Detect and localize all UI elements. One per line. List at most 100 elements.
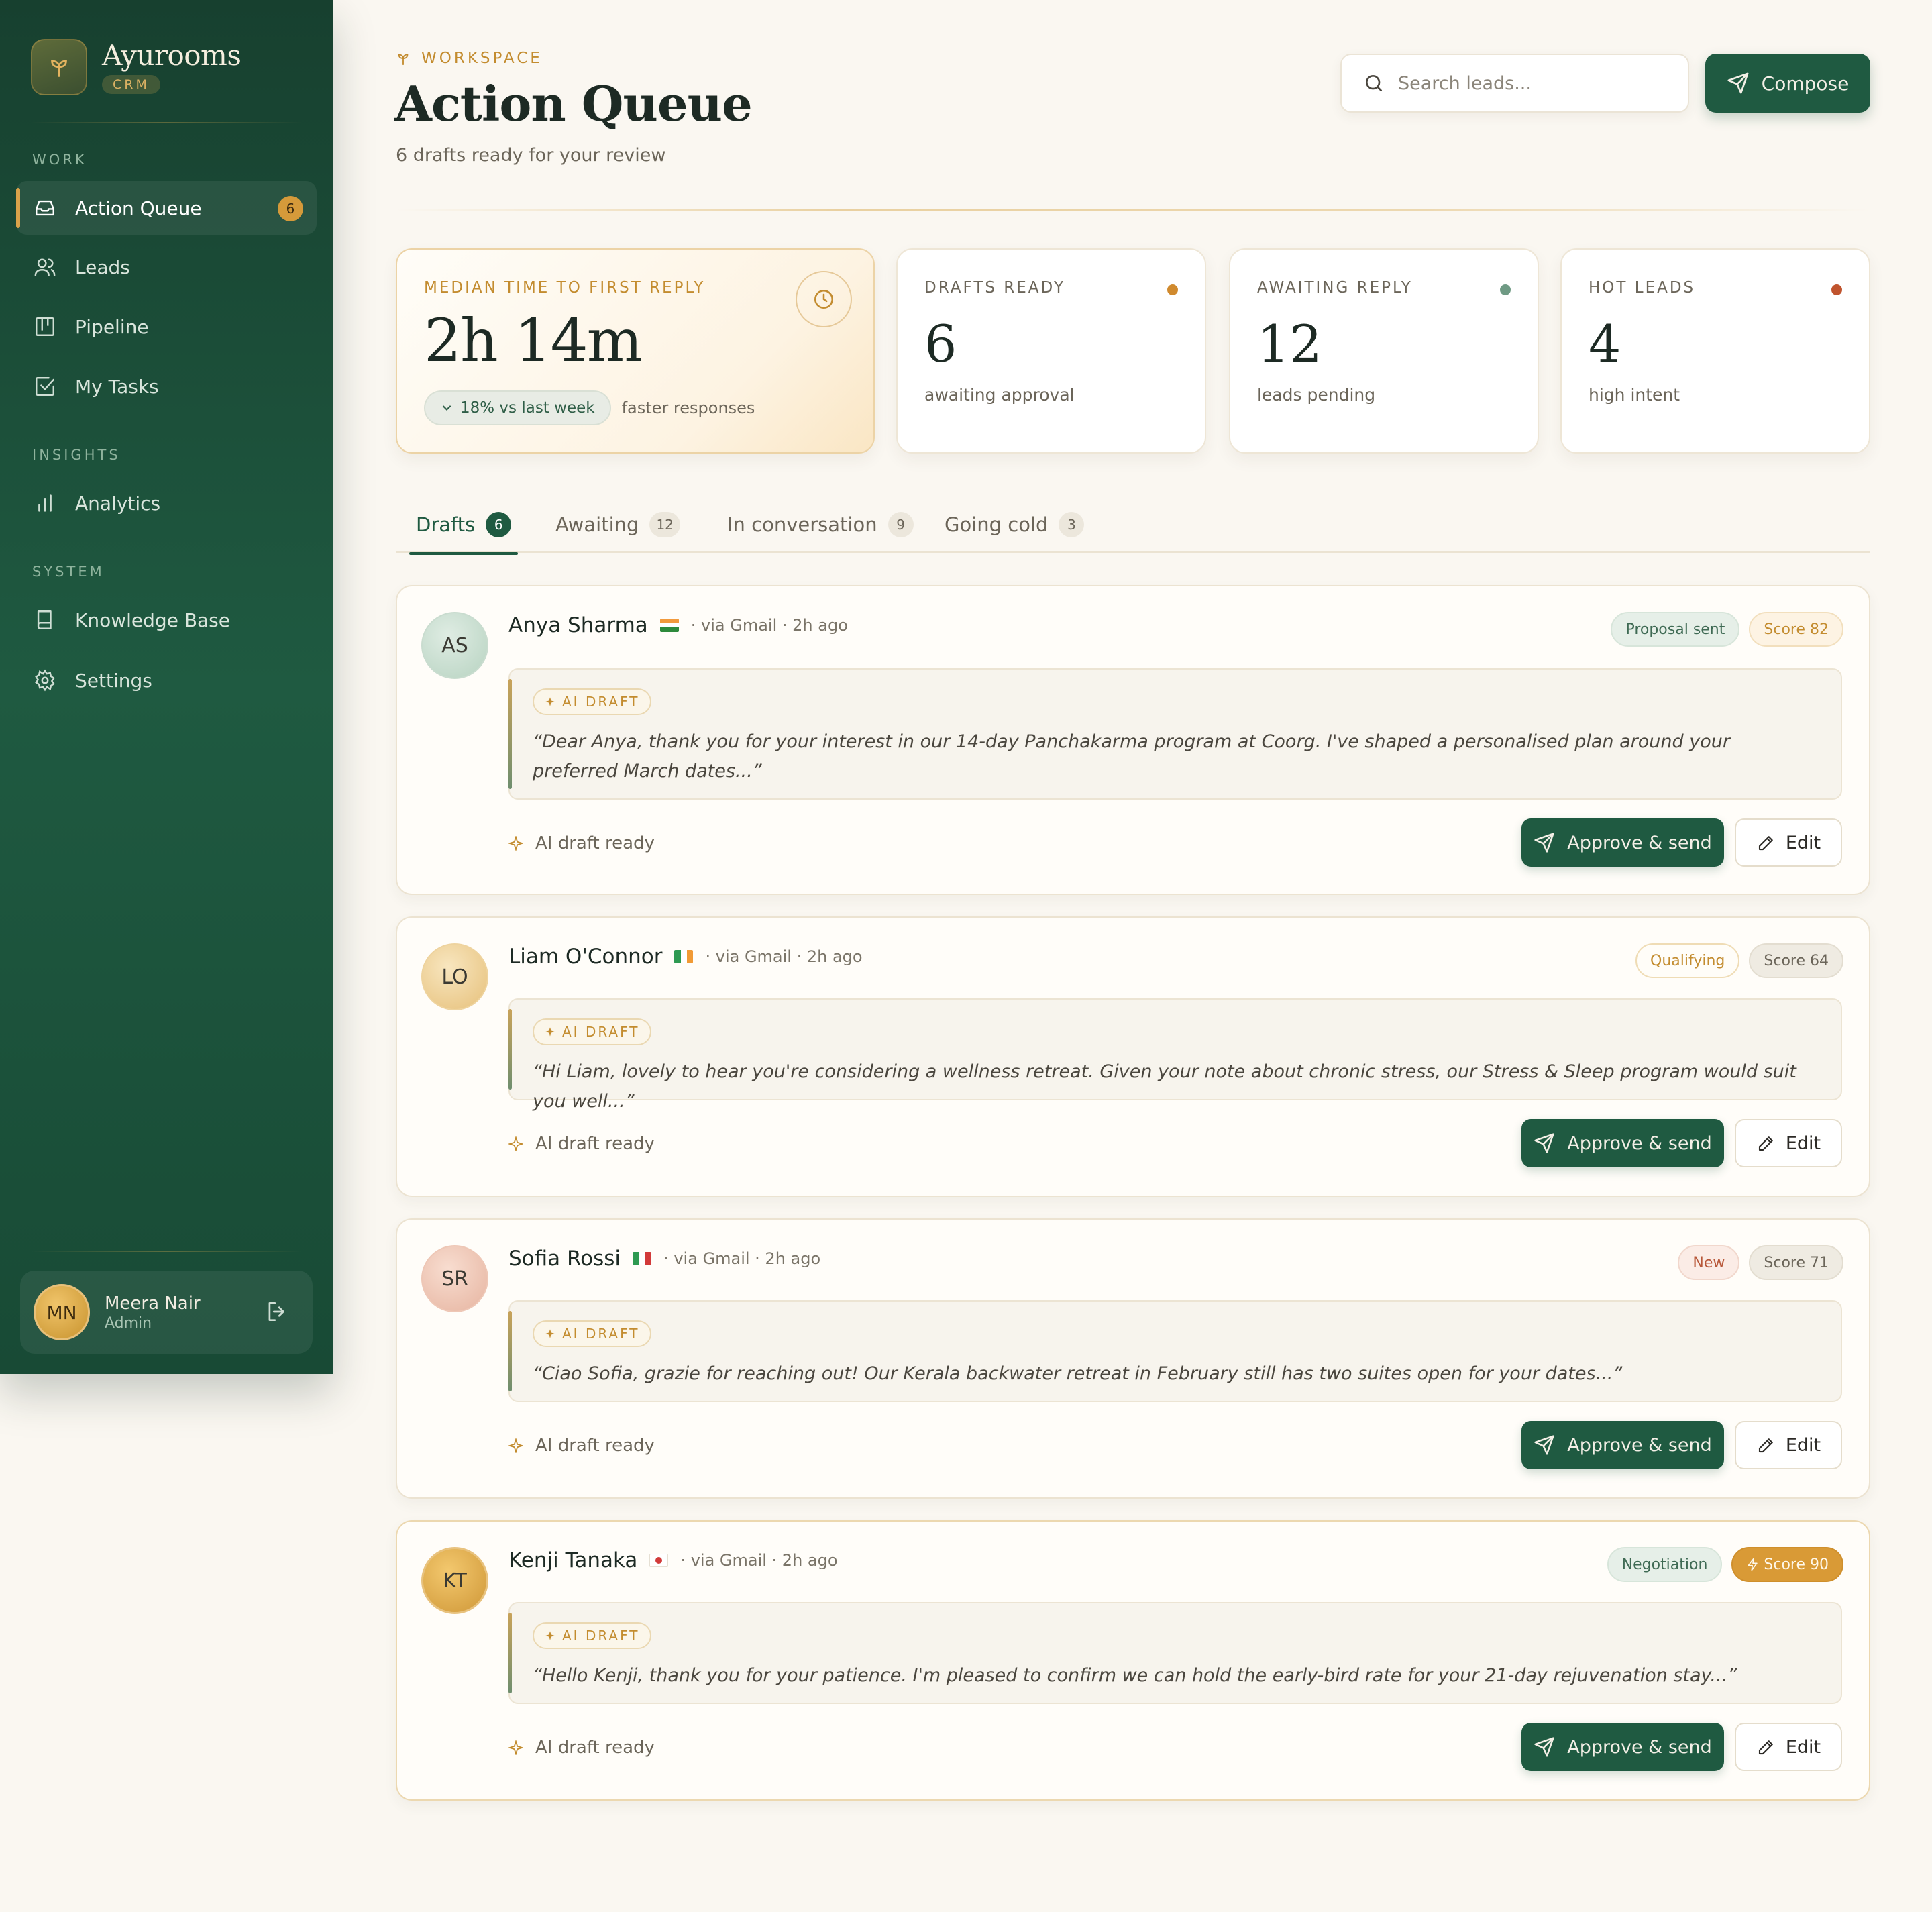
status-dot (1167, 284, 1178, 295)
sidebar-item-knowledge-base[interactable]: Knowledge Base (16, 593, 317, 647)
ai-draft-badge: AI DRAFT (533, 1622, 652, 1649)
lead-name[interactable]: Sofia Rossi (508, 1246, 621, 1271)
tab-drafts[interactable]: Drafts 6 (409, 496, 519, 555)
ai-draft-badge: AI DRAFT (533, 1320, 652, 1347)
status-dot (1500, 284, 1511, 295)
sprout-icon (31, 39, 87, 95)
chevron-down-icon (442, 405, 451, 411)
stage-badge: New (1678, 1245, 1740, 1280)
stat-hot-leads: HOT LEADS 4 high intent (1560, 248, 1870, 454)
sidebar-item-action-queue[interactable]: Action Queue 6 (16, 181, 317, 235)
stat-value: 2h 14m (424, 306, 643, 375)
lead-name[interactable]: Anya Sharma (508, 613, 648, 637)
flag-ireland-icon (674, 950, 694, 963)
ai-draft-label: AI DRAFT (562, 1326, 640, 1342)
ai-draft-badge: AI DRAFT (533, 1018, 652, 1045)
gear-icon (32, 668, 58, 693)
draft-status: AI draft ready (508, 1436, 655, 1456)
stat-label: AWAITING REPLY (1257, 279, 1413, 297)
draft-status-text: AI draft ready (535, 1738, 655, 1758)
avatar: LO (421, 943, 488, 1010)
section-work: WORK (32, 152, 87, 168)
send-icon (1727, 72, 1749, 94)
send-icon (1534, 1435, 1554, 1455)
sparkle-icon (545, 1329, 555, 1338)
sparkle-icon (508, 836, 523, 851)
draft-text: “Ciao Sofia, grazie for reaching out! Ou… (533, 1363, 1623, 1384)
flag-italy-icon (633, 1252, 652, 1265)
edit-button[interactable]: Edit (1735, 1119, 1842, 1167)
stat-label: MEDIAN TIME TO FIRST REPLY (424, 279, 706, 297)
draft-status: AI draft ready (508, 833, 655, 853)
lead-card[interactable]: LO Liam O'Connor · via Gmail · 2h ago Qu… (396, 916, 1870, 1197)
edit-button[interactable]: Edit (1735, 1421, 1842, 1469)
search-input[interactable]: Search leads... (1340, 54, 1689, 113)
sidebar-item-label: My Tasks (75, 375, 159, 398)
sidebar-item-settings[interactable]: Settings (16, 653, 317, 707)
draft-status-text: AI draft ready (535, 833, 655, 853)
draft-text: “Dear Anya, thank you for your interest … (533, 731, 1730, 782)
logout-icon[interactable] (264, 1299, 290, 1327)
avatar: SR (421, 1245, 488, 1312)
user-card[interactable]: MN Meera Nair Admin (20, 1271, 313, 1354)
score-badge: Score 64 (1749, 943, 1843, 978)
lead-name[interactable]: Kenji Tanaka (508, 1548, 637, 1573)
lead-card[interactable]: AS Anya Sharma · via Gmail · 2h ago Prop… (396, 585, 1870, 895)
approve-label: Approve & send (1567, 1736, 1712, 1758)
tab-awaiting[interactable]: Awaiting 12 (555, 496, 680, 553)
trend-note: faster responses (621, 399, 755, 417)
flag-japan-icon (649, 1554, 669, 1567)
draft-preview[interactable]: AI DRAFT “Hello Kenji, thank you for you… (508, 1602, 1842, 1704)
lead-card[interactable]: KT Kenji Tanaka · via Gmail · 2h ago Neg… (396, 1520, 1870, 1801)
sidebar-item-label: Knowledge Base (75, 608, 230, 631)
tab-in-conversation[interactable]: In conversation 9 (727, 496, 914, 553)
tab-label: Awaiting (555, 513, 639, 536)
draft-preview[interactable]: AI DRAFT “Dear Anya, thank you for your … (508, 668, 1842, 800)
draft-preview[interactable]: AI DRAFT “Ciao Sofia, grazie for reachin… (508, 1300, 1842, 1402)
tab-bar: Drafts 6 Awaiting 12 In conversation 9 G… (396, 496, 1870, 555)
search-placeholder: Search leads... (1398, 72, 1532, 94)
sidebar-item-label: Action Queue (75, 197, 202, 219)
stat-label: DRAFTS READY (924, 279, 1066, 297)
count-badge: 6 (278, 196, 303, 221)
ai-draft-label: AI DRAFT (562, 694, 640, 710)
ai-draft-label: AI DRAFT (562, 1024, 640, 1040)
approve-label: Approve & send (1567, 1434, 1712, 1456)
lead-card[interactable]: SR Sofia Rossi · via Gmail · 2h ago New … (396, 1218, 1870, 1499)
approve-label: Approve & send (1567, 1132, 1712, 1154)
compose-button[interactable]: Compose (1705, 54, 1870, 113)
ai-draft-badge: AI DRAFT (533, 688, 652, 715)
pencil-icon (1758, 836, 1773, 851)
draft-text: “Hello Kenji, thank you for your patienc… (533, 1665, 1737, 1686)
approve-send-button[interactable]: Approve & send (1521, 1421, 1724, 1469)
stat-value: 12 (1257, 314, 1322, 374)
pencil-icon (1758, 1438, 1773, 1453)
sidebar-item-pipeline[interactable]: Pipeline (16, 300, 317, 354)
stage-badge: Proposal sent (1611, 612, 1740, 647)
sidebar-item-analytics[interactable]: Analytics (16, 476, 317, 530)
stat-note: high intent (1589, 385, 1680, 405)
edit-button[interactable]: Edit (1735, 818, 1842, 867)
tab-label: Going cold (945, 513, 1049, 536)
eyebrow-text: WORKSPACE (421, 50, 543, 67)
approve-send-button[interactable]: Approve & send (1521, 1119, 1724, 1167)
lead-name[interactable]: Liam O'Connor (508, 945, 662, 969)
lead-meta: · via Gmail · 2h ago (690, 616, 848, 635)
tab-label: In conversation (727, 513, 877, 536)
draft-preview[interactable]: AI DRAFT “Hi Liam, lovely to hear you're… (508, 998, 1842, 1112)
sparkle-icon (545, 1631, 555, 1640)
sidebar-item-label: Leads (75, 256, 130, 278)
approve-send-button[interactable]: Approve & send (1521, 1723, 1724, 1771)
brand[interactable]: Ayurooms CRM (31, 39, 241, 95)
sidebar: Ayurooms CRM WORK Action Queue 6 Leads P… (0, 0, 333, 1374)
sidebar-item-leads[interactable]: Leads (16, 240, 317, 294)
sidebar-item-tasks[interactable]: My Tasks (16, 360, 317, 413)
tab-going-cold[interactable]: Going cold 3 (945, 496, 1085, 553)
tab-count: 3 (1059, 512, 1085, 537)
section-insights: INSIGHTS (32, 447, 121, 463)
brand-tag: CRM (102, 75, 160, 94)
edit-label: Edit (1785, 1132, 1821, 1154)
edit-button[interactable]: Edit (1735, 1723, 1842, 1771)
approve-send-button[interactable]: Approve & send (1521, 818, 1724, 867)
header-divider (396, 209, 1870, 211)
